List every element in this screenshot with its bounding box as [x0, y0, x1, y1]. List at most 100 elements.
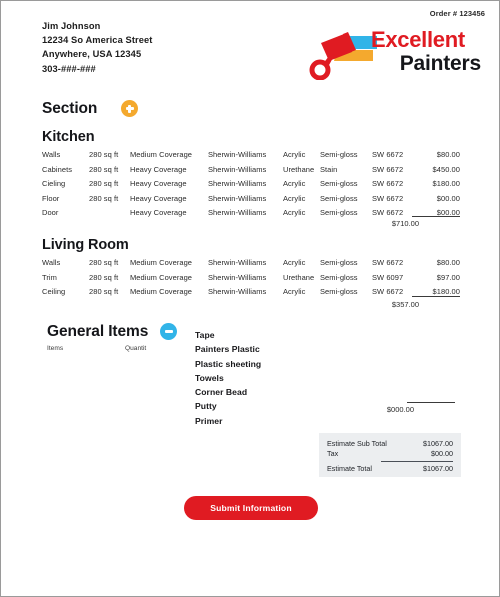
cell-finish: Semi-gloss	[320, 150, 358, 159]
estimate-total-label: Estimate Total	[327, 464, 373, 473]
customer-phone: 303-###-###	[42, 63, 96, 74]
table-row[interactable]: Floor 280 sq ft Heavy Coverage Sherwin-W…	[42, 192, 460, 207]
logo-wordmark: Excellent Painters	[371, 28, 483, 76]
submit-information-button[interactable]: Submit Information	[184, 496, 318, 520]
cell-code: SW 6097	[372, 272, 404, 282]
cell-area: 280 sq ft	[89, 179, 119, 189]
cell-area: 280 sq ft	[89, 287, 119, 297]
cell-coverage: Heavy Coverage	[130, 193, 187, 203]
estimate-page: Order # 123456 Jim Johnson 12234 So Amer…	[0, 0, 500, 597]
cell-surface: Trim	[42, 272, 57, 282]
cell-brand: Sherwin-Williams	[208, 272, 267, 282]
customer-address-line2: Anywhere, USA 12345	[42, 49, 142, 60]
table-row[interactable]: Cieling 280 sq ft Heavy Coverage Sherwin…	[42, 177, 460, 192]
cell-brand: Sherwin-Williams	[208, 287, 267, 297]
list-item[interactable]: Primer	[195, 414, 261, 428]
cell-type: Acrylic	[283, 287, 306, 297]
cell-brand: Sherwin-Williams	[208, 179, 267, 189]
cell-surface: Walls	[42, 150, 61, 159]
subtotal-rule-kitchen	[412, 216, 460, 217]
list-item[interactable]: Tape	[195, 328, 261, 342]
general-items-title: General Items	[47, 323, 149, 340]
subtotal-rule-general-items	[407, 402, 455, 403]
add-section-button[interactable]	[121, 100, 138, 117]
cell-coverage: Medium Coverage	[130, 258, 193, 267]
cell-type: Urethane	[283, 272, 315, 282]
cell-code: SW 6672	[372, 179, 404, 189]
cell-surface: Walls	[42, 258, 61, 267]
cell-surface: Door	[42, 208, 59, 218]
cell-surface: Ceiling	[42, 287, 66, 297]
cell-price: $97.00	[436, 272, 460, 282]
cell-area: 280 sq ft	[89, 258, 119, 267]
list-item[interactable]: Putty	[195, 399, 261, 413]
customer-name: Jim Johnson	[42, 21, 101, 31]
cell-type: Acrylic	[283, 193, 306, 203]
cell-brand: Sherwin-Williams	[208, 150, 267, 159]
cell-price: $180.00	[432, 179, 460, 189]
table-row[interactable]: Trim 280 sq ft Medium Coverage Sherwin-W…	[42, 271, 460, 286]
cell-coverage: Medium Coverage	[130, 272, 193, 282]
cell-coverage: Heavy Coverage	[130, 164, 187, 174]
customer-info: Jim Johnson 12234 So America Street Anyw…	[42, 19, 152, 76]
logo-line-excellent: Excellent	[371, 27, 465, 52]
plus-icon-vertical	[128, 104, 131, 113]
cell-area: 280 sq ft	[89, 193, 119, 203]
customer-address-line1: 12234 So America Street	[42, 35, 153, 46]
cell-code: SW 6672	[372, 193, 404, 203]
cell-price: $450.00	[432, 164, 460, 174]
logo-line-painters: Painters	[399, 52, 481, 75]
cell-brand: Sherwin-Williams	[208, 208, 267, 218]
subtotal-rule-living-room	[412, 296, 460, 297]
cell-code: SW 6672	[372, 150, 404, 159]
table-row[interactable]: Ceiling 280 sq ft Medium Coverage Sherwi…	[42, 285, 460, 300]
cell-coverage: Heavy Coverage	[130, 208, 187, 218]
totals-divider	[381, 461, 453, 462]
estimate-total-value: $1067.00	[423, 464, 453, 473]
line-items-living-room: Walls 280 sq ft Medium Coverage Sherwin-…	[42, 256, 460, 300]
estimate-totals-box: Estimate Sub Total $1067.00 Tax $00.00 E…	[319, 433, 461, 477]
table-row[interactable]: Cabinets 280 sq ft Heavy Coverage Sherwi…	[42, 163, 460, 178]
table-row[interactable]: Walls 280 sq ft Medium Coverage Sherwin-…	[42, 148, 460, 163]
company-logo: Excellent Painters	[307, 28, 482, 83]
line-items-kitchen: Walls 280 sq ft Medium Coverage Sherwin-…	[42, 148, 460, 221]
room-title-living-room: Living Room	[42, 237, 129, 253]
list-item[interactable]: Corner Bead	[195, 385, 261, 399]
cell-finish: Semi-gloss	[320, 193, 358, 203]
cell-coverage: Medium Coverage	[130, 287, 193, 297]
tax-value: $00.00	[431, 449, 453, 458]
cell-area: 280 sq ft	[89, 272, 119, 282]
cell-brand: Sherwin-Williams	[208, 164, 267, 174]
room-title-kitchen: Kitchen	[42, 129, 95, 145]
cell-type: Urethane	[283, 164, 315, 174]
cell-area: 280 sq ft	[89, 150, 119, 159]
table-row[interactable]: Walls 280 sq ft Medium Coverage Sherwin-…	[42, 256, 460, 271]
cell-finish: Semi-gloss	[320, 258, 358, 267]
cell-type: Acrylic	[283, 179, 306, 189]
cell-price: $80.00	[436, 150, 460, 159]
remove-general-items-button[interactable]	[160, 323, 177, 340]
list-item[interactable]: Painters Plastic	[195, 342, 261, 356]
cell-area: 280 sq ft	[89, 164, 119, 174]
general-items-list: Tape Painters Plastic Plastic sheeting T…	[195, 328, 261, 428]
cell-surface: Floor	[42, 193, 60, 203]
order-number: Order # 123456	[429, 9, 485, 18]
cell-type: Acrylic	[283, 208, 306, 218]
cell-finish: Semi-gloss	[320, 287, 358, 297]
cell-code: SW 6672	[372, 258, 404, 267]
estimate-subtotal-label: Estimate Sub Total	[327, 439, 387, 448]
cell-type: Acrylic	[283, 258, 306, 267]
list-item[interactable]: Plastic sheeting	[195, 357, 261, 371]
cell-finish: Semi-gloss	[320, 179, 358, 189]
list-item[interactable]: Towels	[195, 371, 261, 385]
cell-coverage: Medium Coverage	[130, 150, 193, 159]
cell-surface: Cieling	[42, 179, 66, 189]
cell-finish: Stain	[320, 164, 338, 174]
cell-price: $80.00	[436, 258, 460, 267]
cell-surface: Cabinets	[42, 164, 73, 174]
subtotal-general-items: $000.00	[386, 405, 414, 414]
cell-code: SW 6672	[372, 164, 404, 174]
cell-price: $00.00	[436, 193, 460, 203]
cell-brand: Sherwin-Williams	[208, 193, 267, 203]
section-title: Section	[42, 100, 98, 117]
